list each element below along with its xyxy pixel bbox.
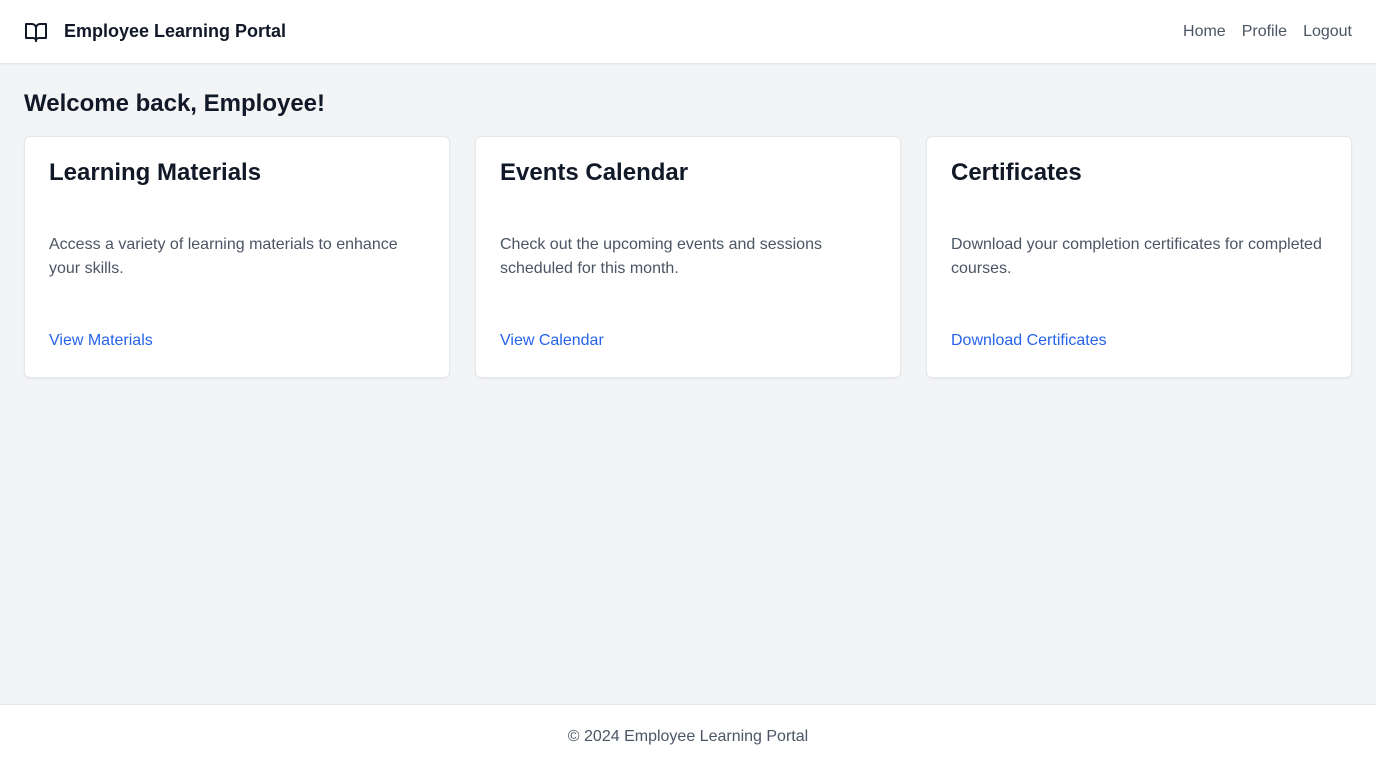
download-certificates-link[interactable]: Download Certificates bbox=[951, 329, 1107, 353]
card-title: Certificates bbox=[951, 159, 1082, 186]
nav-link-logout[interactable]: Logout bbox=[1303, 23, 1352, 41]
top-header: Employee Learning Portal Home Profile Lo… bbox=[0, 0, 1376, 64]
nav-link-home[interactable]: Home bbox=[1183, 23, 1226, 41]
page: Employee Learning Portal Home Profile Lo… bbox=[0, 0, 1376, 768]
welcome-heading: Welcome back, Employee! bbox=[24, 90, 326, 117]
view-calendar-link[interactable]: View Calendar bbox=[500, 329, 604, 353]
footer-copyright: © 2024 Employee Learning Portal bbox=[567, 727, 809, 745]
main-content: Welcome back, Employee! Learning Materia… bbox=[0, 64, 1376, 378]
footer: © 2024 Employee Learning Portal bbox=[0, 704, 1376, 768]
card-certificates: Certificates Download your completion ce… bbox=[926, 136, 1352, 378]
open-book-icon bbox=[24, 20, 48, 44]
card-description: Check out the upcoming events and sessio… bbox=[500, 236, 822, 277]
card-description: Download your completion certificates fo… bbox=[951, 236, 1322, 277]
card-title: Events Calendar bbox=[500, 159, 689, 186]
brand: Employee Learning Portal bbox=[24, 20, 286, 44]
top-nav: Home Profile Logout bbox=[1183, 23, 1352, 41]
view-materials-link[interactable]: View Materials bbox=[49, 329, 153, 353]
card-description: Access a variety of learning materials t… bbox=[49, 236, 398, 277]
nav-link-profile[interactable]: Profile bbox=[1242, 23, 1287, 41]
card-learning-materials: Learning Materials Access a variety of l… bbox=[24, 136, 450, 378]
card-title: Learning Materials bbox=[49, 159, 262, 186]
app-title: Employee Learning Portal bbox=[64, 21, 287, 41]
card-events-calendar: Events Calendar Check out the upcoming e… bbox=[475, 136, 901, 378]
card-grid: Learning Materials Access a variety of l… bbox=[24, 136, 1352, 378]
